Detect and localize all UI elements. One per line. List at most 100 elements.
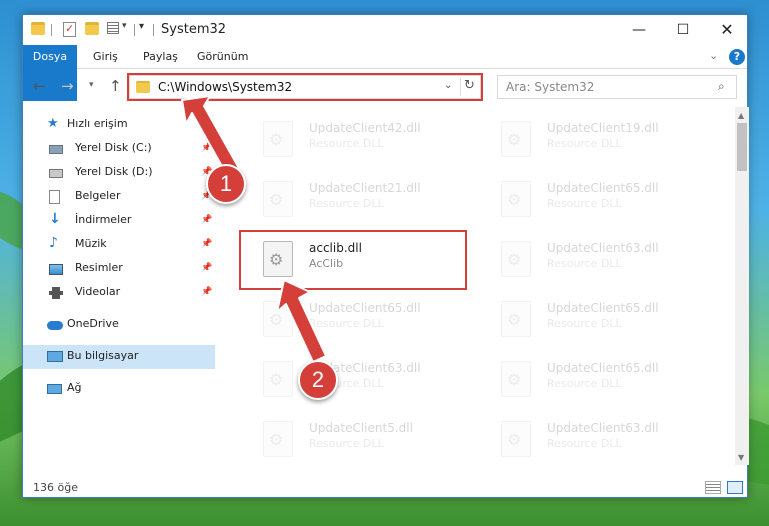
file-name: UpdateClient63.dll — [547, 241, 659, 255]
details-view-icon[interactable] — [705, 481, 721, 494]
sidebar-item-music[interactable]: ♪ Müzik 📌 — [23, 233, 215, 257]
dll-file-icon — [501, 181, 531, 217]
file-item[interactable]: UpdateClient5.dll Resource DLL — [243, 413, 465, 465]
sidebar-item-label: Müzik — [75, 237, 107, 250]
scroll-up-icon[interactable]: ▲ — [738, 111, 744, 120]
pin-icon[interactable]: 📌 — [201, 215, 212, 225]
sidebar-item-documents[interactable]: Belgeler 📌 — [23, 185, 215, 209]
file-description: Resource DLL — [547, 197, 622, 210]
file-description: Resource DLL — [547, 137, 622, 150]
sidebar-item-this-pc[interactable]: Bu bilgisayar — [23, 345, 215, 369]
file-item[interactable]: UpdateClient63.dll Resource DLL — [481, 233, 703, 289]
videos-icon — [49, 287, 63, 299]
file-description: Resource DLL — [309, 137, 384, 150]
window-title: System32 — [161, 22, 227, 37]
file-name: UpdateClient19.dll — [547, 121, 659, 135]
file-item[interactable]: UpdateClient21.dll Resource DLL — [243, 173, 465, 229]
toolbar-divider — [51, 24, 52, 36]
dll-file-icon — [501, 421, 531, 457]
file-item[interactable]: UpdateClient65.dll Resource DLL — [481, 293, 703, 349]
toolbar-divider — [153, 24, 154, 36]
pictures-icon — [49, 264, 63, 275]
music-icon: ♪ — [49, 235, 58, 251]
back-arrow-icon[interactable]: ← — [33, 77, 46, 95]
drive-icon — [49, 145, 63, 154]
chevron-down-icon[interactable]: ▾ — [122, 21, 127, 37]
file-name: UpdateClient65.dll — [547, 181, 659, 195]
sidebar-item-label: Ağ — [67, 381, 82, 394]
up-arrow-icon[interactable]: ↑ — [109, 77, 122, 95]
tab-share[interactable]: Paylaş — [131, 45, 190, 69]
close-button[interactable]: ✕ — [705, 15, 749, 45]
dll-file-icon — [263, 421, 293, 457]
sidebar-item-label: Resimler — [75, 261, 123, 274]
file-item[interactable]: UpdateClient63.dll Resource DLL — [243, 353, 465, 409]
file-item[interactable]: UpdateClient63.dll Resource DLL — [481, 413, 703, 465]
navigation-bar: ← → ▾ ↑ C:\Windows\System32 ⌄ ↻ Ara: Sys… — [23, 70, 747, 104]
file-name: UpdateClient5.dll — [309, 421, 413, 435]
file-item[interactable]: UpdateClient19.dll Resource DLL — [481, 113, 703, 169]
sidebar-item-label: Yerel Disk (C:) — [75, 141, 152, 154]
file-description: Resource DLL — [547, 317, 622, 330]
tab-view[interactable]: Görünüm — [185, 45, 260, 69]
file-name: UpdateClient21.dll — [309, 181, 421, 195]
scroll-thumb[interactable] — [737, 123, 747, 171]
file-name: UpdateClient65.dll — [309, 301, 421, 315]
sidebar-item-label: Yerel Disk (D:) — [75, 165, 153, 178]
search-icon[interactable]: ⌕ — [718, 79, 725, 94]
maximize-button[interactable]: ☐ — [661, 15, 705, 45]
sidebar-item-network[interactable]: Ağ — [23, 377, 215, 401]
download-icon: ↓ — [49, 211, 61, 227]
step-badge-2: 2 — [298, 360, 338, 400]
view-icon[interactable] — [107, 22, 119, 34]
file-item[interactable]: UpdateClient42.dll Resource DLL — [243, 113, 465, 169]
step-badge-1: 1 — [206, 164, 246, 204]
dll-file-icon — [263, 361, 293, 397]
recent-locations-icon[interactable]: ▾ — [89, 80, 94, 90]
tab-home[interactable]: Giriş — [81, 45, 130, 69]
file-description: Resource DLL — [547, 377, 622, 390]
pin-icon[interactable]: 📌 — [201, 239, 212, 249]
sidebar-item-videos[interactable]: Videolar 📌 — [23, 281, 215, 305]
search-input[interactable]: Ara: System32 ⌕ — [497, 75, 737, 99]
vertical-scrollbar[interactable]: ▲ ▼ — [735, 107, 749, 465]
file-item[interactable]: UpdateClient65.dll Resource DLL — [243, 293, 465, 349]
sidebar-item-onedrive[interactable]: OneDrive — [23, 313, 215, 337]
ribbon-tabs: Dosya Giriş Paylaş Görünüm ⌄ ? — [23, 45, 747, 101]
pin-icon[interactable]: 📌 — [201, 287, 212, 297]
navigation-pane: ★ Hızlı erişim Yerel Disk (C:) 📌 Yerel D… — [23, 107, 215, 465]
sidebar-item-pictures[interactable]: Resimler 📌 — [23, 257, 215, 281]
address-highlight-box — [127, 73, 483, 101]
properties-icon[interactable] — [63, 22, 76, 37]
file-item[interactable]: UpdateClient65.dll Resource DLL — [481, 353, 703, 409]
file-highlight-box — [239, 230, 467, 290]
sidebar-item-disk-d[interactable]: Yerel Disk (D:) 📌 — [23, 161, 215, 185]
help-icon[interactable]: ? — [729, 49, 745, 65]
star-icon: ★ — [47, 116, 59, 131]
drive-icon — [49, 169, 63, 178]
documents-icon — [49, 190, 60, 204]
pin-icon[interactable]: 📌 — [201, 143, 212, 153]
file-description: Resource DLL — [547, 257, 622, 270]
dll-file-icon — [501, 121, 531, 157]
pin-icon[interactable]: 📌 — [201, 263, 212, 273]
scroll-down-icon[interactable]: ▼ — [738, 453, 744, 462]
dll-file-icon — [263, 181, 293, 217]
sidebar-item-label: İndirmeler — [75, 213, 132, 226]
customize-arrow-icon[interactable]: ▾ — [139, 21, 144, 37]
forward-arrow-icon[interactable]: → — [61, 77, 74, 95]
new-folder-icon[interactable] — [85, 22, 99, 35]
minimize-button[interactable]: — — [617, 15, 661, 45]
toolbar-divider — [134, 24, 135, 36]
sidebar-item-disk-c[interactable]: Yerel Disk (C:) 📌 — [23, 137, 215, 161]
file-description: Resource DLL — [547, 437, 622, 450]
file-name: UpdateClient42.dll — [309, 121, 421, 135]
sidebar-item-downloads[interactable]: ↓ İndirmeler 📌 — [23, 209, 215, 233]
file-item[interactable]: UpdateClient65.dll Resource DLL — [481, 173, 703, 229]
sidebar-item-quick-access[interactable]: ★ Hızlı erişim — [23, 113, 215, 137]
file-name: UpdateClient63.dll — [547, 421, 659, 435]
dll-file-icon — [501, 301, 531, 337]
computer-icon — [47, 351, 63, 362]
tiles-view-icon[interactable] — [727, 481, 743, 494]
expand-ribbon-icon[interactable]: ⌄ — [709, 49, 718, 62]
